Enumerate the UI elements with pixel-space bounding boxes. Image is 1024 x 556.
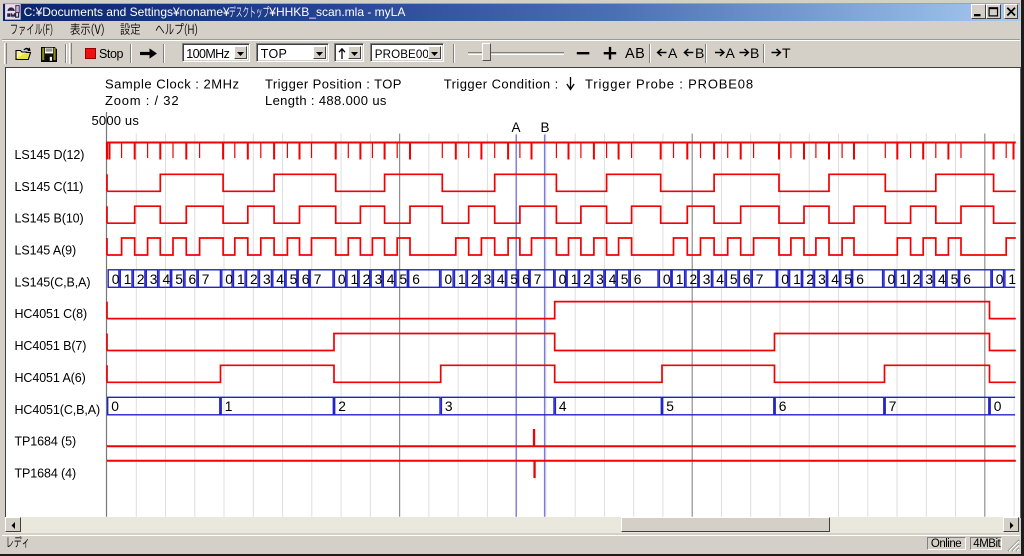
svg-text:3: 3 (703, 272, 711, 287)
svg-text:5: 5 (175, 272, 183, 287)
svg-text:HC4051 A(6): HC4051 A(6) (15, 371, 86, 385)
svg-text:5000 us: 5000 us (92, 113, 140, 128)
svg-text:6: 6 (522, 272, 530, 287)
svg-text:4: 4 (387, 272, 395, 287)
svg-text:1: 1 (1008, 272, 1015, 287)
svg-text:4: 4 (559, 399, 567, 414)
svg-text:0: 0 (996, 272, 1004, 287)
svg-text:1: 1 (458, 272, 465, 287)
svg-text:A: A (512, 120, 521, 135)
svg-text:LS145(C,B,A): LS145(C,B,A) (15, 275, 91, 289)
svg-text:B: B (750, 45, 759, 61)
svg-text:4: 4 (497, 272, 505, 287)
svg-text:4: 4 (163, 272, 171, 287)
svg-text:HC4051 C(8): HC4051 C(8) (15, 307, 88, 321)
svg-text:AB: AB (625, 46, 645, 61)
svg-text:4: 4 (609, 272, 617, 287)
svg-text:3: 3 (150, 272, 158, 287)
svg-text:Length : 488.000 us: Length : 488.000 us (265, 93, 387, 108)
svg-text:LS145 B(10): LS145 B(10) (15, 212, 84, 226)
svg-text:1: 1 (237, 272, 244, 287)
svg-text:7: 7 (202, 272, 209, 287)
svg-text:2: 2 (137, 272, 144, 287)
svg-text:0: 0 (888, 272, 896, 287)
svg-text:0: 0 (111, 399, 119, 414)
svg-text:T: T (782, 45, 791, 61)
svg-text:Zoom : / 32: Zoom : / 32 (105, 93, 179, 108)
svg-text:Sample Clock : 2MHz: Sample Clock : 2MHz (105, 77, 239, 92)
svg-text:3: 3 (596, 272, 604, 287)
svg-text:5: 5 (730, 272, 738, 287)
svg-text:1: 1 (900, 272, 907, 287)
svg-text:4: 4 (276, 272, 284, 287)
svg-text:3: 3 (445, 399, 453, 414)
svg-text:HC4051(C,B,A): HC4051(C,B,A) (15, 403, 101, 417)
svg-text:LS145 C(11): LS145 C(11) (15, 180, 84, 194)
svg-text:5: 5 (621, 272, 629, 287)
svg-text:6: 6 (743, 272, 751, 287)
svg-text:4: 4 (938, 272, 946, 287)
svg-text:7: 7 (889, 399, 896, 414)
svg-text:1: 1 (225, 399, 232, 414)
svg-text:0: 0 (225, 272, 233, 287)
svg-text:Trigger Position : TOP: Trigger Position : TOP (265, 77, 402, 92)
svg-text:3: 3 (375, 272, 383, 287)
svg-text:0: 0 (781, 272, 789, 287)
svg-text:1: 1 (351, 272, 358, 287)
svg-text:2: 2 (338, 399, 345, 414)
svg-text:Trigger Probe : PROBE08: Trigger Probe : PROBE08 (585, 77, 754, 92)
svg-text:5: 5 (844, 272, 852, 287)
svg-text:3: 3 (925, 272, 933, 287)
svg-text:6: 6 (634, 272, 642, 287)
svg-text:2: 2 (806, 272, 813, 287)
svg-text:6: 6 (302, 272, 310, 287)
svg-text:A: A (726, 45, 736, 61)
svg-text:1: 1 (676, 272, 683, 287)
svg-text:3: 3 (263, 272, 271, 287)
svg-text:3: 3 (818, 272, 826, 287)
svg-text:TP1684 (4): TP1684 (4) (15, 467, 77, 481)
svg-text:Trigger Condition :: Trigger Condition : (444, 77, 559, 92)
svg-text:2: 2 (250, 272, 257, 287)
svg-text:2: 2 (471, 272, 478, 287)
svg-text:7: 7 (314, 272, 321, 287)
svg-text:4: 4 (831, 272, 839, 287)
svg-text:1: 1 (793, 272, 800, 287)
svg-text:TP1684 (5): TP1684 (5) (15, 435, 77, 449)
svg-text:5: 5 (666, 399, 674, 414)
svg-text:0: 0 (663, 272, 671, 287)
svg-text:4: 4 (716, 272, 724, 287)
svg-text:6: 6 (856, 272, 864, 287)
svg-text:6: 6 (412, 272, 420, 287)
svg-text:7: 7 (534, 272, 541, 287)
svg-text:A: A (668, 45, 678, 61)
svg-text:1: 1 (571, 272, 578, 287)
svg-text:6: 6 (779, 399, 787, 414)
svg-text:LS145 A(9): LS145 A(9) (15, 244, 77, 258)
svg-text:B: B (695, 45, 704, 61)
svg-text:B: B (541, 120, 550, 135)
svg-text:5: 5 (290, 272, 298, 287)
svg-text:6: 6 (963, 272, 971, 287)
svg-text:0: 0 (338, 272, 346, 287)
svg-text:3: 3 (484, 272, 492, 287)
svg-text:5: 5 (951, 272, 959, 287)
svg-text:LS145 D(12): LS145 D(12) (15, 148, 85, 162)
svg-text:5: 5 (510, 272, 518, 287)
svg-text:2: 2 (690, 272, 697, 287)
svg-text:7: 7 (756, 272, 763, 287)
svg-text:0: 0 (445, 272, 453, 287)
svg-text:2: 2 (913, 272, 920, 287)
svg-text:6: 6 (189, 272, 197, 287)
svg-text:HC4051 B(7): HC4051 B(7) (15, 339, 87, 353)
svg-text:1: 1 (124, 272, 131, 287)
svg-text:2: 2 (363, 272, 370, 287)
svg-text:0: 0 (994, 399, 1002, 414)
svg-text:2: 2 (583, 272, 590, 287)
svg-text:5: 5 (399, 272, 407, 287)
svg-text:0: 0 (112, 272, 120, 287)
svg-text:0: 0 (559, 272, 567, 287)
